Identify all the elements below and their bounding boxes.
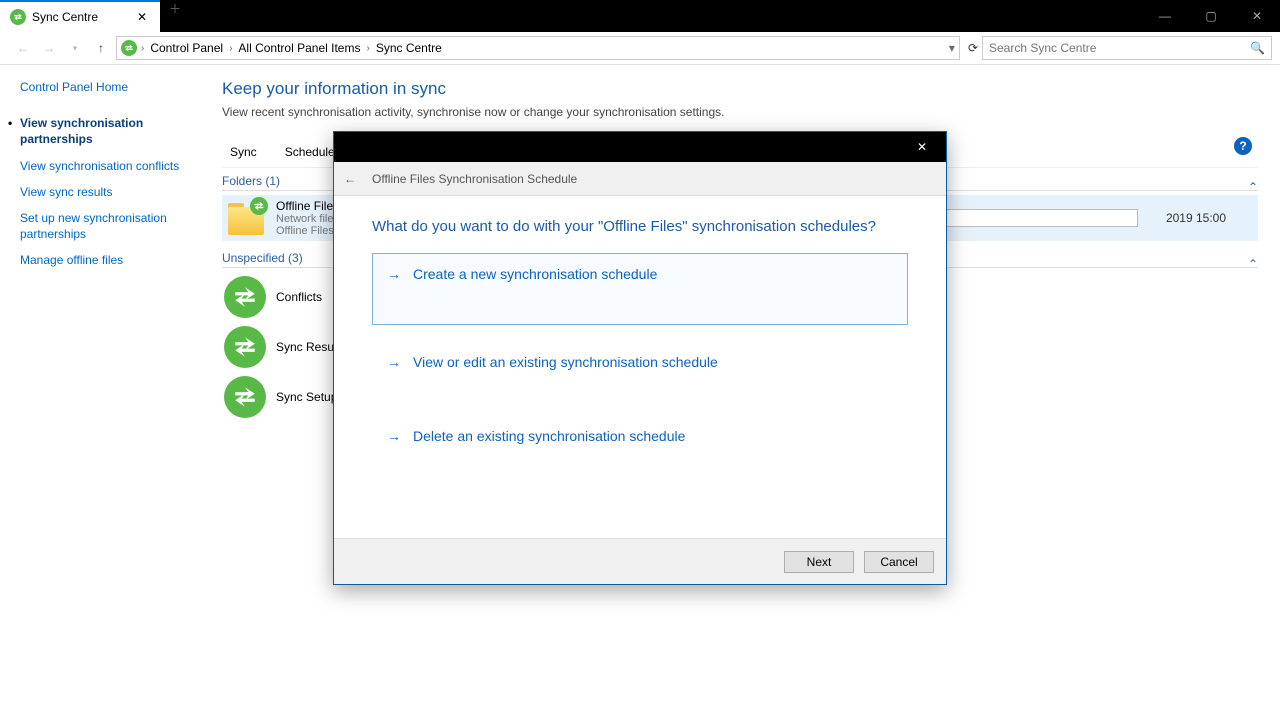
page-subtitle: View recent synchronisation activity, sy… bbox=[222, 105, 1258, 119]
sidebar-item-manage-offline[interactable]: Manage offline files bbox=[20, 252, 190, 268]
forward-button[interactable]: → bbox=[38, 37, 60, 59]
arrow-right-icon: → bbox=[387, 266, 401, 282]
window-controls: — ▢ ✕ bbox=[1142, 0, 1280, 32]
maximize-button[interactable]: ▢ bbox=[1188, 0, 1234, 32]
next-button[interactable]: Next bbox=[784, 551, 854, 573]
dialog-titlebar: ✕ bbox=[334, 132, 946, 162]
dialog-heading: What do you want to do with your "Offlin… bbox=[372, 218, 908, 235]
tab-close-icon[interactable]: ✕ bbox=[134, 10, 150, 24]
address-dropdown-icon[interactable]: ▾ bbox=[949, 41, 955, 55]
sidebar-item-results[interactable]: View sync results bbox=[20, 184, 190, 200]
recent-dropdown-icon[interactable]: ▾ bbox=[64, 37, 86, 59]
tab-title: Sync Centre bbox=[32, 10, 128, 24]
option-label: Delete an existing synchronisation sched… bbox=[413, 428, 685, 444]
crumb-control-panel[interactable]: Control Panel bbox=[148, 41, 225, 55]
option-label: View or edit an existing synchronisation… bbox=[413, 354, 718, 370]
window-tab[interactable]: Sync Centre ✕ bbox=[0, 0, 160, 32]
title-bar: Sync Centre ✕ ＋ — ▢ ✕ bbox=[0, 0, 1280, 32]
minimize-button[interactable]: — bbox=[1142, 0, 1188, 32]
item-title: Conflicts bbox=[276, 290, 322, 304]
option-label: Create a new synchronisation schedule bbox=[413, 266, 657, 282]
search-icon[interactable]: 🔍 bbox=[1250, 41, 1265, 55]
item-title: Sync Setup bbox=[276, 390, 337, 404]
search-input[interactable] bbox=[989, 41, 1244, 55]
sidebar-item-partnerships[interactable]: View synchronisation partnerships bbox=[20, 115, 190, 147]
cancel-button[interactable]: Cancel bbox=[864, 551, 934, 573]
help-icon[interactable]: ? bbox=[1234, 137, 1252, 155]
refresh-icon[interactable]: ⟳ bbox=[968, 41, 978, 55]
page-title: Keep your information in sync bbox=[222, 79, 1258, 99]
collapse-caret-icon[interactable]: ⌃ bbox=[1248, 180, 1258, 194]
option-create-schedule[interactable]: → Create a new synchronisation schedule bbox=[372, 253, 908, 325]
collapse-caret-icon[interactable]: ⌃ bbox=[1248, 257, 1258, 271]
sidebar-home[interactable]: Control Panel Home bbox=[20, 79, 190, 95]
search-box[interactable]: 🔍 bbox=[982, 36, 1272, 60]
back-button[interactable]: ← bbox=[12, 37, 34, 59]
dialog-back-icon[interactable]: ← bbox=[344, 172, 356, 186]
arrow-right-icon: → bbox=[387, 354, 401, 370]
crumb-sync-centre[interactable]: Sync Centre bbox=[374, 41, 444, 55]
breadcrumb[interactable]: › Control Panel › All Control Panel Item… bbox=[116, 36, 960, 60]
arrow-right-icon: → bbox=[387, 428, 401, 444]
sync-icon bbox=[224, 276, 266, 318]
tab-schedule[interactable]: Schedule bbox=[283, 139, 337, 165]
address-bar: ← → ▾ ↑ › Control Panel › All Control Pa… bbox=[0, 32, 1280, 65]
sync-icon bbox=[10, 9, 26, 25]
sync-icon bbox=[224, 376, 266, 418]
close-button[interactable]: ✕ bbox=[1234, 0, 1280, 32]
tab-sync[interactable]: Sync bbox=[228, 139, 259, 165]
dialog-close-icon[interactable]: ✕ bbox=[902, 132, 942, 162]
chevron-right-icon[interactable]: › bbox=[141, 43, 144, 54]
dialog-subtitle: Offline Files Synchronisation Schedule bbox=[372, 172, 577, 186]
option-delete-schedule[interactable]: → Delete an existing synchronisation sch… bbox=[372, 415, 908, 465]
sidebar: Control Panel Home View synchronisation … bbox=[0, 65, 200, 720]
sync-icon bbox=[121, 40, 137, 56]
option-view-edit-schedule[interactable]: → View or edit an existing synchronisati… bbox=[372, 341, 908, 391]
chevron-right-icon[interactable]: › bbox=[366, 43, 369, 54]
sidebar-item-setup[interactable]: Set up new synchronisation partnerships bbox=[20, 210, 190, 242]
crumb-all-items[interactable]: All Control Panel Items bbox=[236, 41, 362, 55]
chevron-right-icon[interactable]: › bbox=[229, 43, 232, 54]
timestamp-cell: 2019 15:00 bbox=[1166, 211, 1226, 225]
sync-icon bbox=[224, 326, 266, 368]
up-button[interactable]: ↑ bbox=[90, 37, 112, 59]
dialog-subbar: ← Offline Files Synchronisation Schedule bbox=[334, 162, 946, 196]
sync-icon bbox=[250, 197, 268, 215]
sidebar-item-conflicts[interactable]: View synchronisation conflicts bbox=[20, 158, 190, 174]
new-tab-button[interactable]: ＋ bbox=[160, 0, 190, 17]
folder-icon bbox=[224, 199, 266, 237]
dialog-body: What do you want to do with your "Offlin… bbox=[334, 196, 946, 538]
dialog-footer: Next Cancel bbox=[334, 538, 946, 584]
dialog-schedule: ✕ ← Offline Files Synchronisation Schedu… bbox=[333, 131, 947, 585]
